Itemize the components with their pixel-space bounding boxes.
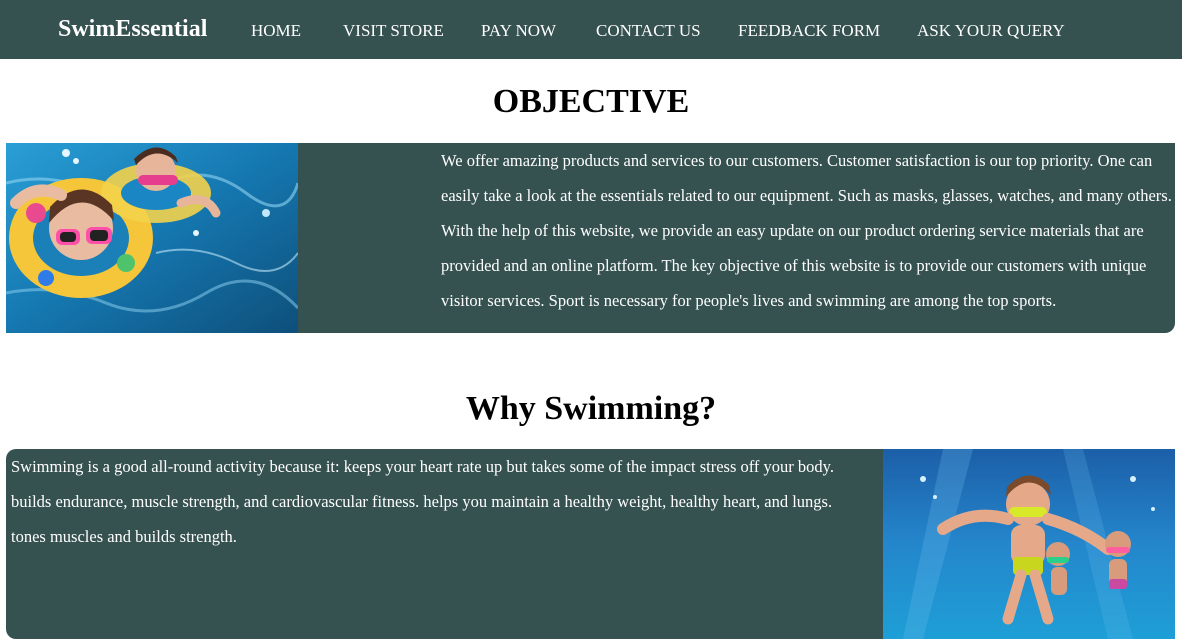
nav-link-ask-your-query[interactable]: ASK YOUR QUERY: [917, 21, 1065, 41]
nav-link-feedback-form[interactable]: FEEDBACK FORM: [738, 21, 880, 41]
why-swimming-paragraph: Swimming is a good all-round activity be…: [11, 457, 834, 546]
objective-heading: OBJECTIVE: [492, 83, 690, 120]
kids-underwater-photo: [883, 449, 1175, 639]
nav-link-home[interactable]: HOME: [251, 21, 301, 41]
nav-link-contact-us[interactable]: CONTACT US: [596, 21, 701, 41]
objective-panel: We offer amazing products and services t…: [6, 143, 1175, 333]
why-swimming-panel: Swimming is a good all-round activity be…: [6, 449, 1175, 639]
kids-swimming-goggles-photo: [6, 143, 298, 333]
objective-paragraph: We offer amazing products and services t…: [441, 151, 1172, 310]
brand-logo-link[interactable]: SwimEssential: [58, 14, 207, 44]
top-navbar: SwimEssential HOME VISIT STORE PAY NOW C…: [0, 0, 1182, 59]
why-swimming-heading: Why Swimming?: [465, 390, 717, 427]
nav-link-visit-store[interactable]: VISIT STORE: [343, 21, 444, 41]
nav-link-pay-now[interactable]: PAY NOW: [481, 21, 556, 41]
